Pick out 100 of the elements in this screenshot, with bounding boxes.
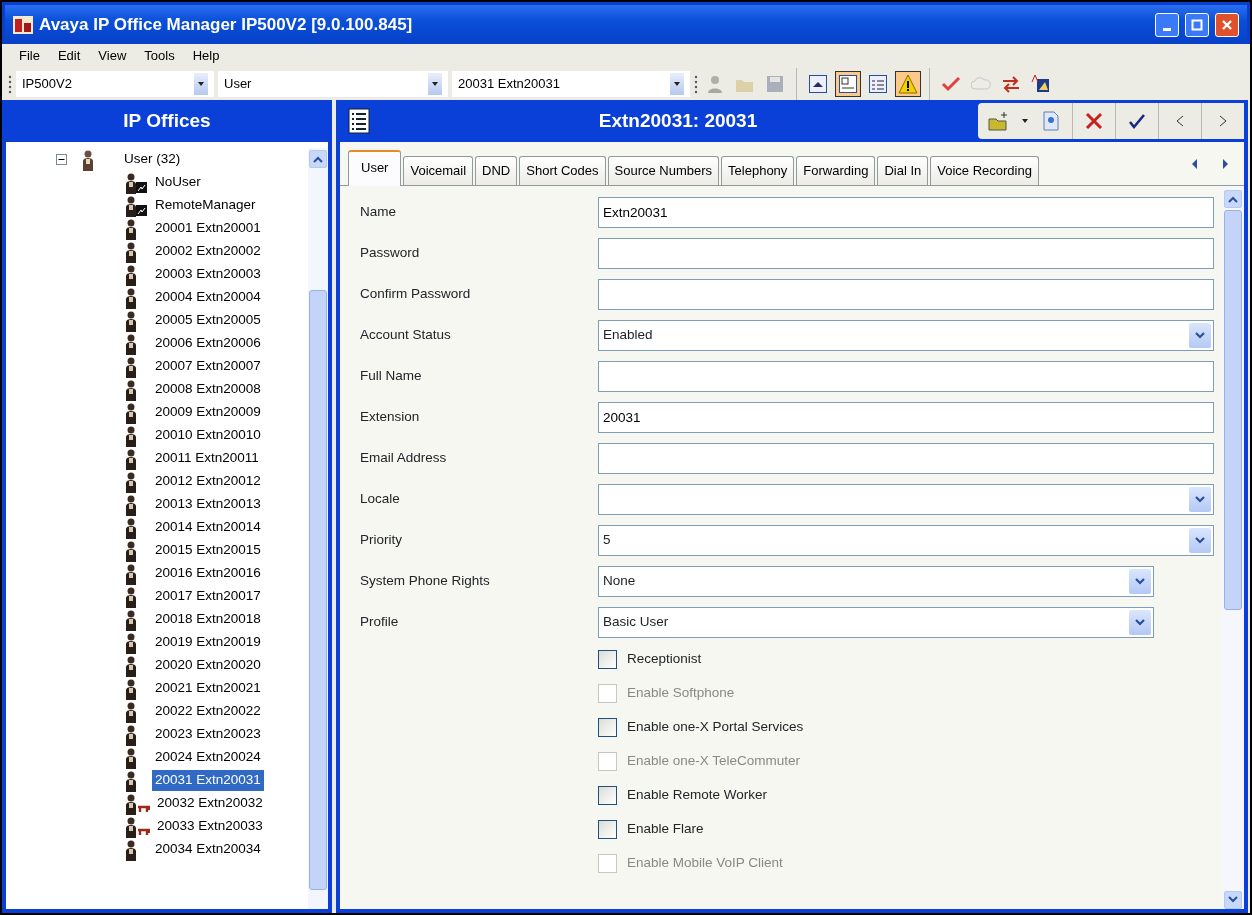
tree-item[interactable]: 20010 Extn20010 [152,425,264,446]
scroll-down-icon [1228,896,1238,904]
user-phone-icon [124,792,150,815]
menu-item[interactable]: Tools [135,46,184,66]
panel-details-icon [838,74,858,94]
checkbox[interactable] [598,820,617,839]
user-icon [124,332,138,355]
user-icon [124,723,138,746]
tree-item[interactable]: 20011 Extn20011 [152,448,262,469]
tree-item[interactable]: RemoteManager [152,195,259,216]
scrollbar[interactable] [1222,185,1244,909]
tree-item[interactable]: 20021 Extn20021 [152,678,264,699]
user-icon [124,654,138,677]
field-label: Confirm Password [360,284,472,303]
user-icon [124,378,138,401]
tab[interactable]: Source Numbers [607,156,720,185]
user-group-icon [81,148,95,171]
scroll-up-icon [313,155,323,163]
input-field[interactable] [598,278,1214,310]
user-icon [124,631,138,654]
dropdown-field[interactable]: Basic User [598,606,1154,638]
tree-item[interactable]: 20002 Extn20002 [152,241,264,262]
checkbox-label: Receptionist [627,650,702,669]
tree-item[interactable]: 20012 Extn20012 [152,471,264,492]
scrollbar[interactable] [308,148,328,909]
document-icon [1041,111,1061,131]
dropdown-field[interactable]: None [598,565,1154,597]
tab[interactable]: Forwarding [796,156,876,185]
tab[interactable]: Voicemail [403,156,474,185]
tree-item[interactable]: 20003 Extn20003 [152,264,264,285]
input-field[interactable] [598,237,1214,269]
input-field[interactable]: Extn20031 [598,196,1214,228]
tab[interactable]: Dial In [877,156,929,185]
dropdown-field[interactable]: User [218,71,448,97]
tree-item[interactable]: 20004 Extn20004 [152,287,264,308]
tree-item[interactable]: NoUser [152,172,204,193]
dropdown-field[interactable] [598,483,1214,515]
new-folder-icon [988,111,1010,131]
checkbox-label: Enable Flare [627,820,704,839]
tab[interactable]: DND [475,156,518,185]
collapse-icon[interactable] [56,154,67,165]
tree-item[interactable]: 20009 Extn20009 [152,402,264,423]
menu-item[interactable]: Help [183,46,229,66]
input-field[interactable] [598,442,1214,474]
menu-item[interactable]: View [89,46,136,66]
user-icon [124,424,138,447]
tree-item[interactable]: 20001 Extn20001 [152,218,264,239]
tree-item[interactable]: 20017 Extn20017 [152,586,264,607]
dropdown-field[interactable]: Enabled [598,319,1214,351]
tree-item[interactable]: 20032 Extn20032 [154,793,266,814]
tree-item[interactable]: 20014 Extn20014 [152,517,264,538]
toolbar-grip-icon [8,74,12,94]
dropdown-field[interactable]: 20031 Extn20031 [452,71,690,97]
tree-item[interactable]: 20018 Extn20018 [152,609,264,630]
tree-item[interactable]: 20005 Extn20005 [152,310,264,331]
tree-item[interactable]: 20024 Extn20024 [152,747,264,768]
font-image-icon [1031,74,1051,94]
tree-item[interactable]: 20033 Extn20033 [154,816,266,837]
field-label: Name [360,202,397,221]
menu-item[interactable]: Edit [48,46,90,66]
tree-item[interactable]: 20031 Extn20031 [152,770,264,791]
tree-item[interactable]: 20013 Extn20013 [152,494,264,515]
checkbox[interactable] [598,786,617,805]
field-label: System Phone Rights [360,571,491,590]
tree-item[interactable]: 20007 Extn20007 [152,356,264,377]
checkbox-label: Enable Softphone [627,684,735,703]
user-icon [124,217,138,240]
dropdown-field[interactable]: 5 [598,524,1214,556]
user-icon [124,401,138,424]
checkbox[interactable] [598,718,617,737]
tab[interactable]: Telephony [721,156,795,185]
tab[interactable]: Short Codes [519,156,606,185]
field-label: Full Name [360,366,423,385]
tree-item[interactable]: 20022 Extn20022 [152,701,264,722]
tree-item[interactable]: 20034 Extn20034 [152,839,264,860]
user-icon [124,309,138,332]
input-field[interactable] [598,360,1214,392]
checkbox[interactable] [598,650,617,669]
tree-item[interactable]: 20016 Extn20016 [152,563,264,584]
menu-item[interactable]: File [10,46,49,66]
input-field[interactable]: 20031 [598,401,1214,433]
minimize-button[interactable] [1155,12,1179,37]
tree-item[interactable]: 20008 Extn20008 [152,379,264,400]
tab[interactable]: Voice Recording [930,156,1039,185]
maximize-button[interactable] [1185,12,1209,37]
user-icon [124,769,138,792]
user-icon [124,539,138,562]
dropdown-field[interactable]: IP500V2 [16,71,214,97]
toolbar-button[interactable] [835,71,861,97]
minimize-icon [1163,27,1171,31]
tree-item[interactable]: 20019 Extn20019 [152,632,264,653]
tree-item[interactable]: User (32) [121,149,184,170]
tree-item[interactable]: 20023 Extn20023 [152,724,264,745]
tab[interactable]: User [348,150,402,186]
tree-item[interactable]: 20015 Extn20015 [152,540,264,561]
tree-item[interactable]: 20006 Extn20006 [152,333,264,354]
swap-arrows-icon [1001,74,1021,94]
close-button[interactable] [1215,12,1239,37]
tree-item[interactable]: 20020 Extn20020 [152,655,264,676]
toolbar-button[interactable] [895,71,921,97]
